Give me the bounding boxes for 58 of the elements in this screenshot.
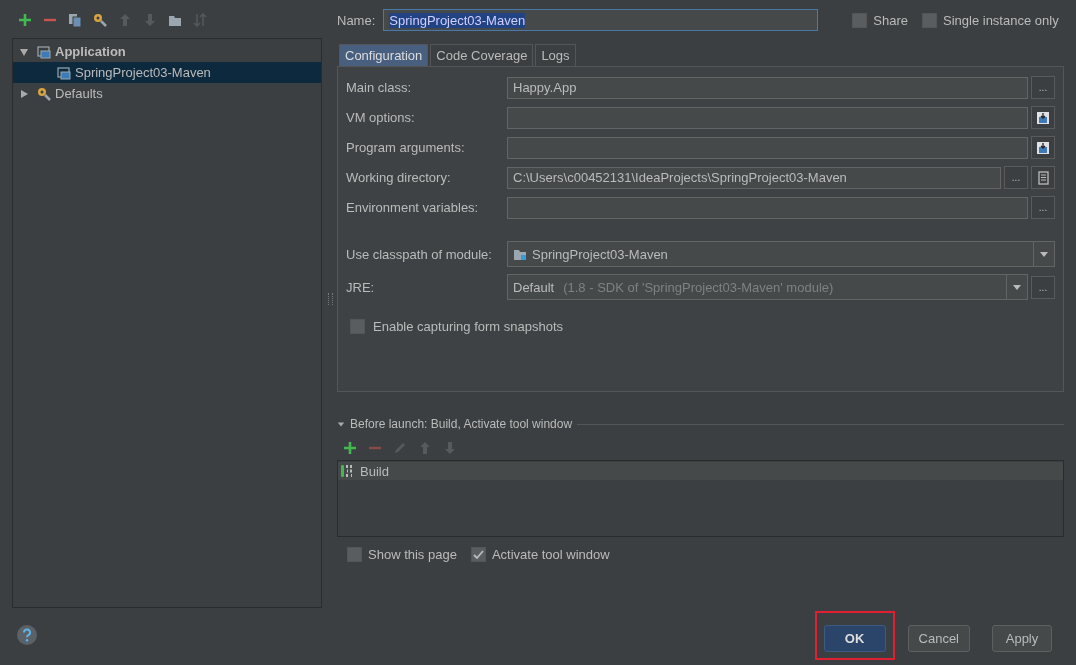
tree-item[interactable]: Defaults [13,83,321,104]
expand-icon[interactable] [1036,140,1050,155]
checkbox-label: Show this page [368,547,457,562]
field-label: Environment variables: [346,200,480,215]
dropdown-arrow-icon [1039,249,1049,259]
dialog-button[interactable]: Apply [992,625,1052,652]
field-label: Name: [337,12,376,28]
browse-button[interactable]: ... [1031,196,1055,219]
checkbox[interactable] [852,12,868,28]
document-icon[interactable] [1036,170,1050,185]
text-field[interactable] [507,136,1028,159]
field-label: Program arguments: [346,140,466,155]
splitter-handle[interactable] [328,293,333,305]
checkbox-label: Single instance only [943,12,1059,28]
browse-button[interactable]: ... [1031,76,1055,99]
checkbox[interactable] [470,547,486,562]
checkbox-label: Activate tool window [491,547,610,562]
checkbox[interactable] [347,547,362,562]
task-item[interactable]: Build [338,462,1063,480]
field-label: Working directory: [346,170,452,185]
plus-icon[interactable] [343,441,357,455]
text-field[interactable] [507,196,1028,219]
collapse-arrow-icon[interactable] [337,420,345,428]
field-label: Main class: [346,80,413,95]
copy-icon[interactable] [68,13,82,27]
section-title[interactable]: Before launch: Build, Activate tool window [350,417,573,431]
window-icon [57,65,71,80]
folder-icon[interactable] [168,13,182,27]
expand-arrow-icon[interactable] [19,46,29,57]
ok-button[interactable]: OK [823,625,886,652]
dropdown-arrow-icon [1012,282,1022,292]
tab[interactable]: Code Coverage [430,44,534,66]
help-icon[interactable] [16,623,38,646]
checkbox-label: Share [873,12,908,28]
field-label: VM options: [346,110,416,125]
checkbox[interactable] [922,12,937,28]
checkbox-label: Enable capturing form snapshots [373,319,564,334]
build-icon [341,464,355,478]
dropdown[interactable]: Default (1.8 - SDK of 'SpringProject03-Maven' module) [507,274,1028,300]
name-field[interactable]: SpringProject03-Maven [383,9,819,31]
tree-item[interactable]: Application [13,41,321,62]
browse-button[interactable]: ... [1031,275,1055,299]
text-field[interactable]: C:\Users\c00452131\IdeaProjects\SpringProject03-Maven [507,166,1001,189]
expand-arrow-icon[interactable] [19,88,29,99]
text-field[interactable]: Happy.App [507,76,1028,99]
tab[interactable]: Logs [535,44,576,66]
expand-icon[interactable] [1036,110,1050,125]
window-icon [37,44,51,59]
plus-icon[interactable] [18,13,32,27]
browse-button[interactable]: ... [1004,166,1028,189]
tab[interactable]: Configuration [339,44,429,66]
dropdown[interactable]: SpringProject03-Maven [507,241,1055,267]
field-label: JRE: [346,279,376,295]
text-field[interactable] [507,106,1028,129]
dialog-button[interactable]: Cancel [907,625,970,652]
field-label: Use classpath of module: [346,246,493,262]
tree-item[interactable]: SpringProject03-Maven [13,62,321,83]
checkbox[interactable] [350,319,365,334]
